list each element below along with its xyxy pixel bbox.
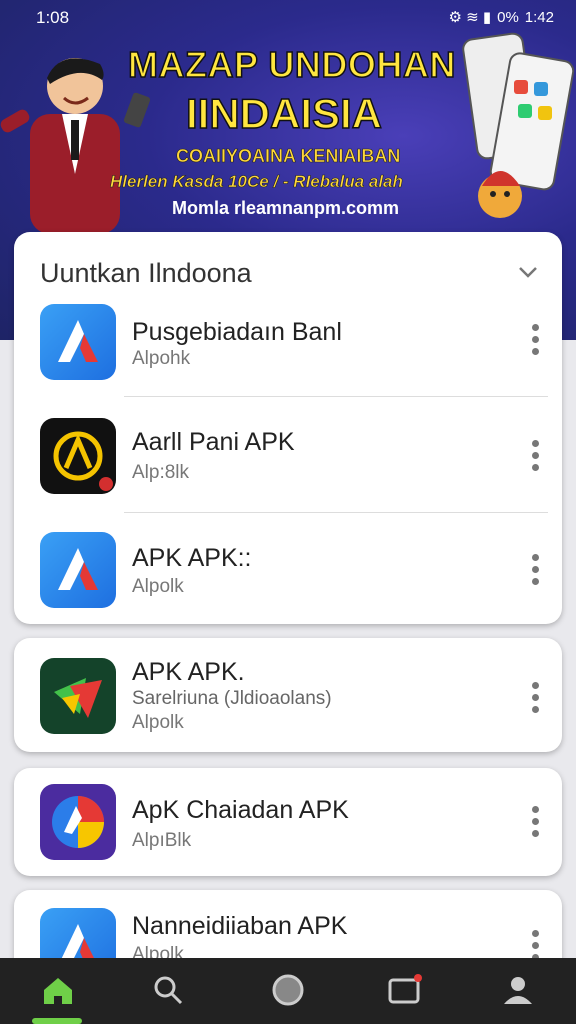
- divider: [124, 512, 548, 513]
- more-options-icon[interactable]: [530, 324, 540, 360]
- app-card[interactable]: ApK Chaiadan APK AlpıBlk: [14, 768, 562, 876]
- bottom-navigation: [0, 958, 576, 1024]
- more-options-icon[interactable]: [530, 554, 540, 590]
- app-name: APK APK.: [132, 658, 245, 686]
- app-description: Sarelriuna (Jldioaolans): [132, 688, 332, 709]
- banner-url: Momla rleamnanpm.comm: [172, 198, 400, 218]
- app-name: Nanneidiiaban APK: [132, 912, 348, 940]
- more-options-icon[interactable]: [530, 806, 540, 842]
- app-developer: Alpolk: [132, 576, 184, 597]
- tv-icon[interactable]: [384, 970, 424, 1010]
- banner-title-line1: MAZAP UNDOHAN: [127, 43, 456, 86]
- app-name: ApK Chaiadan APK: [132, 796, 349, 824]
- app-icon: [40, 418, 116, 494]
- list-item[interactable]: APK APK:: Alpolk: [14, 528, 562, 638]
- app-icon: [40, 784, 116, 860]
- app-icon: [40, 304, 116, 380]
- app-icon: [40, 658, 116, 734]
- app-card[interactable]: APK APK. Sarelriuna (Jldioaolans) Alpolk: [14, 638, 562, 752]
- app-developer: Alp:8lk: [132, 462, 190, 483]
- circle-icon[interactable]: [268, 970, 308, 1010]
- more-options-icon[interactable]: [530, 682, 540, 718]
- banner-tagline: Hlerlen Kasda 10Ce / - RIebalua alah: [110, 172, 404, 192]
- app-name: Pusgebiadaın Banl: [132, 318, 342, 346]
- phones-illustration: [462, 32, 575, 218]
- wifi-icon: ⚙ ≋ ▮: [448, 9, 492, 26]
- app-developer: Alpohk: [132, 348, 191, 369]
- status-icons: ⚙ ≋ ▮ 0% 1:42: [448, 8, 555, 27]
- list-item[interactable]: Pusgebiadaın Banl Alpohk: [14, 300, 562, 410]
- app-list-card: Uuntkan Ilndoona Pusgebiadaın Banl Alpoh…: [14, 232, 562, 624]
- app-developer: AlpıBlk: [132, 830, 192, 851]
- status-clock-right: 1:42: [524, 8, 554, 26]
- banner-subtitle: COAIIYOAINA KENIAIBAN: [176, 146, 401, 167]
- app-icon: [40, 532, 116, 608]
- list-item[interactable]: Aarll Pani APK Alp:8lk: [14, 412, 562, 522]
- profile-icon[interactable]: [498, 970, 538, 1010]
- chevron-down-icon[interactable]: [516, 260, 540, 284]
- app-name: APK APK::: [132, 544, 252, 572]
- banner-title-line2: IINDAISIA: [185, 89, 383, 138]
- search-icon[interactable]: [148, 970, 188, 1010]
- status-time: 1:08: [36, 8, 70, 27]
- home-indicator: [32, 1018, 82, 1024]
- home-icon[interactable]: [38, 970, 78, 1010]
- app-developer: Alpolk: [132, 712, 184, 733]
- more-options-icon[interactable]: [530, 440, 540, 476]
- section-title: Uuntkan Ilndoona: [40, 258, 252, 288]
- divider: [124, 396, 548, 397]
- battery-percent: 0%: [497, 8, 519, 26]
- app-name: Aarll Pani APK: [132, 428, 295, 456]
